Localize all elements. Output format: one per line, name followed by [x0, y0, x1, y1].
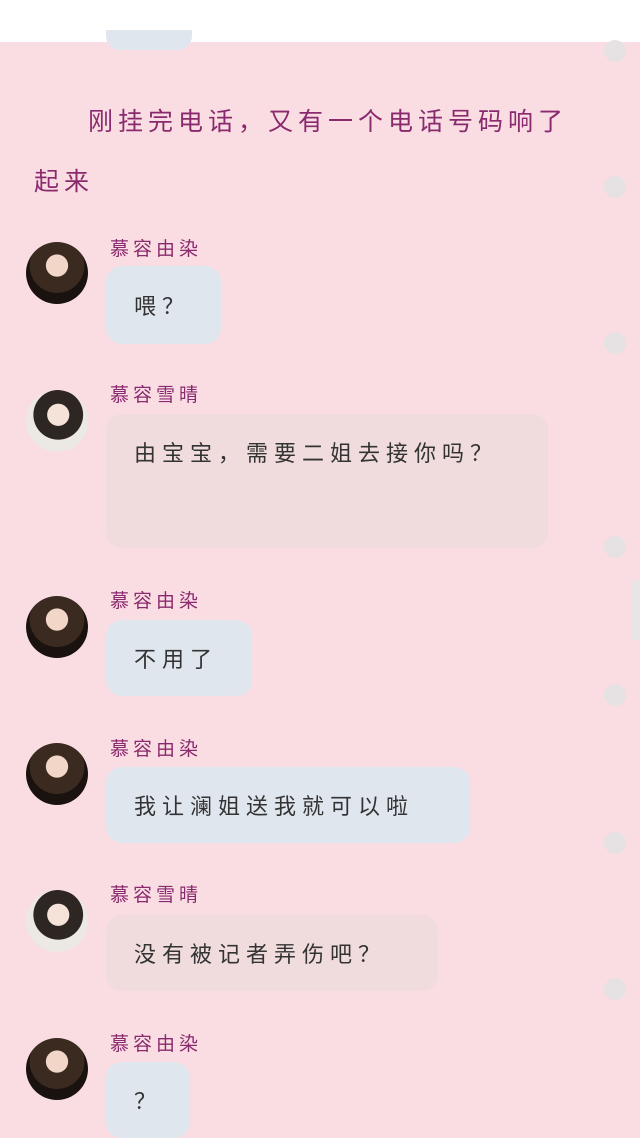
sender-name: 慕容雪晴: [110, 384, 203, 406]
sender-name: 慕容由染: [110, 590, 203, 612]
sender-name: 慕容由染: [110, 738, 203, 760]
avatar-qing-icon[interactable]: [26, 390, 88, 452]
message-bubble[interactable]: 由宝宝，需要二姐去接你吗？: [106, 414, 548, 548]
message-bubble[interactable]: 没有被记者弄伤吧？: [106, 915, 438, 991]
side-dot-icon: [604, 176, 626, 198]
sender-name: 慕容由染: [110, 1033, 203, 1055]
side-dot-icon: [604, 684, 626, 706]
avatar-ran-icon[interactable]: [26, 743, 88, 805]
scrollbar[interactable]: [632, 580, 640, 640]
side-dot-icon: [604, 332, 626, 354]
message-bubble[interactable]: ？: [106, 1062, 190, 1138]
sender-name: 慕容雪晴: [110, 884, 203, 906]
sender-name: 慕容由染: [110, 238, 203, 260]
avatar-ran-icon[interactable]: [26, 1038, 88, 1100]
top-bar: [0, 0, 640, 42]
avatar-qing-icon[interactable]: [26, 890, 88, 952]
message-bubble[interactable]: 我让澜姐送我就可以啦: [106, 767, 470, 843]
narration-text: 刚挂完电话，又有一个电话号码响了起来: [34, 107, 569, 196]
side-dot-icon: [604, 978, 626, 1000]
side-dot-icon: [604, 40, 626, 62]
message-bubble[interactable]: 不用了: [106, 620, 252, 696]
message-bubble[interactable]: 喂？: [106, 266, 221, 344]
previous-bubble: [106, 30, 192, 50]
avatar-ran-icon[interactable]: [26, 242, 88, 304]
side-dot-icon: [604, 536, 626, 558]
avatar-ran-icon[interactable]: [26, 596, 88, 658]
side-dot-icon: [604, 832, 626, 854]
